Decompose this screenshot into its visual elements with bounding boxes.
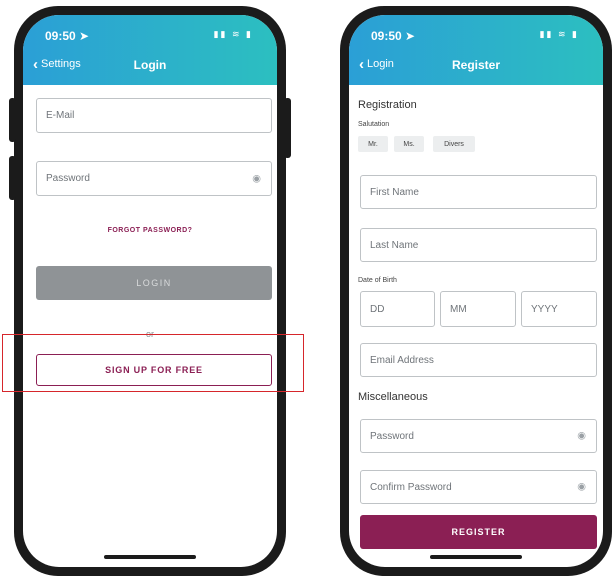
chevron-left-icon: ‹: [359, 55, 364, 73]
eye-icon[interactable]: ◉: [577, 482, 586, 493]
signup-highlight-box: [2, 334, 304, 392]
last-name-field[interactable]: Last Name: [360, 228, 597, 262]
eye-icon[interactable]: ◉: [252, 173, 261, 184]
status-time: 09:50 ➤: [45, 29, 90, 43]
section-miscellaneous: Miscellaneous: [358, 391, 428, 403]
home-indicator: [430, 555, 522, 559]
confirm-password-placeholder: Confirm Password: [370, 481, 452, 493]
dob-month-field[interactable]: MM: [440, 291, 516, 327]
power-button: [284, 98, 291, 158]
back-button[interactable]: ‹ Login: [359, 55, 394, 73]
email-address-field[interactable]: Email Address: [360, 343, 597, 377]
register-app-bar: 09:50 ➤ ▮▮ ≋ ▮ ‹ Login Register: [349, 15, 603, 85]
last-name-placeholder: Last Name: [370, 239, 419, 251]
first-name-placeholder: First Name: [370, 186, 419, 198]
password-placeholder: Password: [46, 173, 90, 184]
salutation-mr[interactable]: Mr.: [358, 136, 388, 152]
email-placeholder: E-Mail: [46, 110, 75, 121]
login-button[interactable]: LOGIN: [36, 266, 272, 300]
phone-login: 09:50 ➤ ▮▮ ≋ ▮ ‹ Settings Login E-Mail P…: [9, 6, 291, 576]
status-icons: ▮▮ ≋ ▮: [539, 29, 579, 39]
chevron-left-icon: ‹: [33, 55, 38, 73]
home-indicator: [104, 555, 196, 559]
password-field[interactable]: Password ◉: [36, 161, 272, 196]
phone-register: 09:50 ➤ ▮▮ ≋ ▮ ‹ Login Register Registra…: [340, 6, 612, 576]
back-label: Settings: [41, 58, 81, 70]
salutation-divers[interactable]: Divers: [433, 136, 475, 152]
volume-up-button: [9, 98, 16, 142]
salutation-label: Salutation: [358, 121, 390, 128]
dob-year-field[interactable]: YYYY: [521, 291, 597, 327]
forgot-password-link[interactable]: FORGOT PASSWORD?: [23, 227, 277, 234]
dob-label: Date of Birth: [358, 277, 397, 284]
email-field[interactable]: E-Mail: [36, 98, 272, 133]
volume-down-button: [9, 156, 16, 200]
status-icons: ▮▮ ≋ ▮: [213, 29, 253, 39]
login-app-bar: 09:50 ➤ ▮▮ ≋ ▮ ‹ Settings Login: [23, 15, 277, 85]
back-label: Login: [367, 58, 394, 70]
back-button[interactable]: ‹ Settings: [33, 55, 81, 73]
dob-month-placeholder: MM: [450, 303, 467, 315]
section-registration: Registration: [358, 99, 417, 111]
salutation-ms[interactable]: Ms.: [394, 136, 424, 152]
register-button[interactable]: REGISTER: [360, 515, 597, 549]
eye-icon[interactable]: ◉: [577, 431, 586, 442]
status-time: 09:50 ➤: [371, 29, 416, 43]
first-name-field[interactable]: First Name: [360, 175, 597, 209]
register-screen: 09:50 ➤ ▮▮ ≋ ▮ ‹ Login Register Registra…: [349, 15, 603, 567]
dob-day-placeholder: DD: [370, 303, 385, 315]
login-screen: 09:50 ➤ ▮▮ ≋ ▮ ‹ Settings Login E-Mail P…: [23, 15, 277, 567]
register-password-field[interactable]: Password ◉: [360, 419, 597, 453]
confirm-password-field[interactable]: Confirm Password ◉: [360, 470, 597, 504]
register-password-placeholder: Password: [370, 430, 414, 442]
dob-year-placeholder: YYYY: [531, 303, 558, 315]
dob-day-field[interactable]: DD: [360, 291, 435, 327]
email-address-placeholder: Email Address: [370, 354, 434, 366]
